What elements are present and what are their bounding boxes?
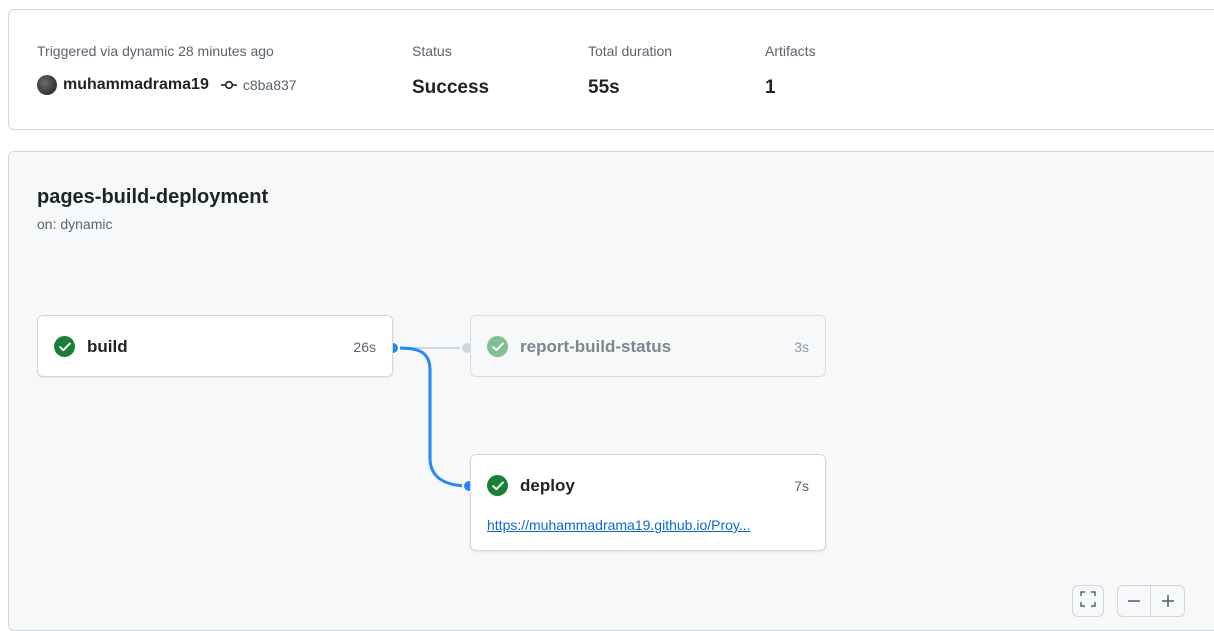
- job-build-row: build 26s: [54, 336, 376, 357]
- trigger-label: Triggered via dynamic 28 minutes ago: [37, 43, 274, 59]
- job-build[interactable]: build 26s: [37, 315, 393, 377]
- job-report-duration: 3s: [794, 338, 809, 355]
- status-column: Status Success: [412, 42, 489, 99]
- actor-link[interactable]: muhammadrama19: [63, 76, 209, 94]
- job-deploy-row: deploy 7s: [487, 475, 809, 496]
- fullscreen-button[interactable]: [1072, 585, 1104, 617]
- artifacts-label: Artifacts: [765, 43, 816, 59]
- avatar[interactable]: [37, 75, 57, 95]
- duration-column: Total duration 55s: [588, 42, 672, 99]
- artifacts-count[interactable]: 1: [765, 77, 816, 99]
- run-summary: Triggered via dynamic 28 minutes ago muh…: [8, 9, 1214, 130]
- commit-sha-link[interactable]: c8ba837: [243, 77, 297, 93]
- job-deploy[interactable]: deploy 7s https://muhammadrama19.github.…: [470, 454, 826, 551]
- page-heading-cut: [30, 0, 190, 4]
- duration-value: 55s: [588, 77, 620, 98]
- job-report-row: report-build-status 3s: [487, 336, 809, 357]
- trigger-actor-row: muhammadrama19 c8ba837: [37, 75, 297, 95]
- trigger-column: Triggered via dynamic 28 minutes ago muh…: [37, 42, 297, 95]
- check-circle-icon: [487, 475, 508, 496]
- job-connectors: [386, 341, 476, 493]
- job-report-build-status[interactable]: report-build-status 3s: [470, 315, 826, 377]
- zoom-in-icon: [1161, 595, 1174, 607]
- zoom-out-button[interactable]: [1118, 586, 1152, 616]
- job-build-name: build: [87, 336, 128, 356]
- check-circle-icon: [487, 336, 508, 357]
- workflow-graph: pages-build-deployment on: dynamic build…: [8, 151, 1214, 631]
- check-circle-icon: [54, 336, 75, 357]
- zoom-out-icon: [1128, 600, 1140, 602]
- artifacts-column: Artifacts 1: [765, 42, 816, 99]
- status-label: Status: [412, 43, 452, 59]
- zoom-controls: [1117, 585, 1185, 617]
- status-value: Success: [412, 77, 490, 98]
- job-deploy-name: deploy: [520, 475, 575, 495]
- git-commit-icon: [220, 80, 237, 90]
- connector-build-deploy: [392, 346, 470, 488]
- job-build-duration: 26s: [353, 338, 376, 355]
- zoom-in-button[interactable]: [1151, 586, 1184, 616]
- duration-label: Total duration: [588, 43, 673, 59]
- job-deploy-duration: 7s: [794, 477, 809, 494]
- job-report-name: report-build-status: [520, 336, 672, 356]
- deploy-url-link[interactable]: https://muhammadrama19.github.io/Proy...: [487, 517, 809, 533]
- fullscreen-icon: [1080, 590, 1096, 612]
